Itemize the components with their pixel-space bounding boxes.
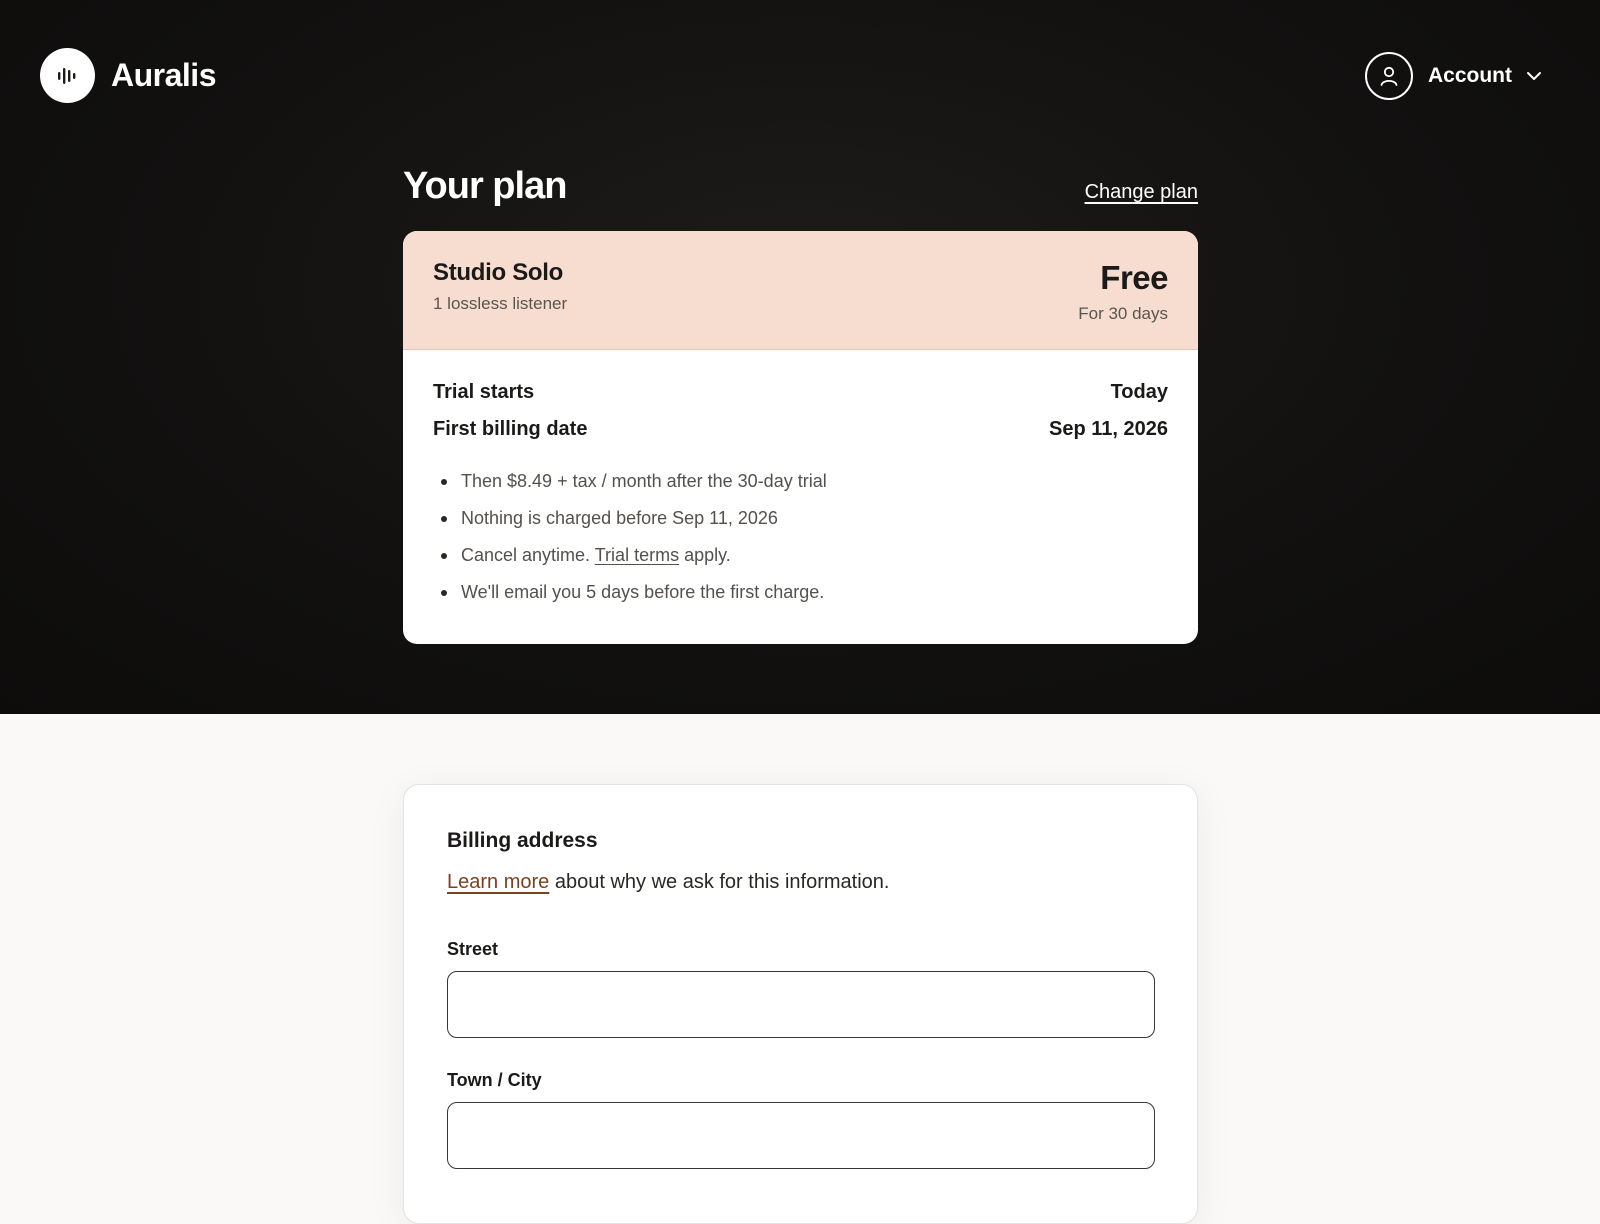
billing-note: Learn more about why we ask for this inf…	[447, 871, 890, 893]
plan-period: For 30 days	[1078, 304, 1168, 323]
brand-name: Auralis	[111, 57, 216, 93]
list-item: Then $8.49 + tax / month after the 30-da…	[441, 471, 827, 508]
brand-logo[interactable]: Auralis	[40, 48, 216, 103]
street-label: Street	[447, 939, 499, 959]
trial-terms-link[interactable]: Trial terms	[595, 545, 679, 565]
trial-start-row: Trial starts Today	[433, 381, 1168, 409]
waveform-icon	[40, 48, 95, 103]
page-title: Your plan	[403, 165, 567, 207]
plan-price: Free	[1100, 259, 1168, 296]
list-item: Cancel anytime. Trial terms apply.	[441, 545, 827, 582]
chevron-down-icon	[1526, 71, 1542, 81]
change-plan-link[interactable]: Change plan	[1085, 181, 1198, 204]
street-input[interactable]	[447, 971, 1155, 1038]
first-billing-label: First billing date	[433, 418, 588, 440]
first-billing-value: Sep 11, 2026	[1049, 418, 1168, 440]
account-label: Account	[1428, 64, 1512, 87]
trial-start-label: Trial starts	[433, 381, 535, 403]
trial-start-value: Today	[1110, 381, 1168, 403]
account-menu-button[interactable]: Account	[1365, 52, 1560, 100]
city-label: Town / City	[447, 1070, 542, 1090]
user-icon	[1365, 52, 1413, 100]
list-item: Nothing is charged before Sep 11, 2026	[441, 508, 827, 545]
city-input[interactable]	[447, 1102, 1155, 1169]
plan-description: 1 lossless listener	[433, 294, 568, 313]
plan-card-header: Studio Solo 1 lossless listener Free For…	[403, 231, 1198, 350]
site-header: Auralis Account	[40, 48, 1560, 106]
list-item: We'll email you 5 days before the first …	[441, 582, 827, 619]
plan-section-header: Your plan Change plan	[403, 165, 1198, 215]
billing-address-card: Billing address Learn more about why we …	[403, 784, 1198, 1224]
plan-summary-card: Studio Solo 1 lossless listener Free For…	[403, 231, 1198, 644]
plan-terms-list: Then $8.49 + tax / month after the 30-da…	[441, 471, 827, 619]
learn-more-link[interactable]: Learn more	[447, 871, 549, 893]
plan-name: Studio Solo	[433, 259, 564, 286]
first-billing-row: First billing date Sep 11, 2026	[433, 418, 1168, 446]
hero-section: Auralis Account Your plan Change plan St…	[0, 0, 1600, 714]
billing-title: Billing address	[447, 829, 598, 852]
